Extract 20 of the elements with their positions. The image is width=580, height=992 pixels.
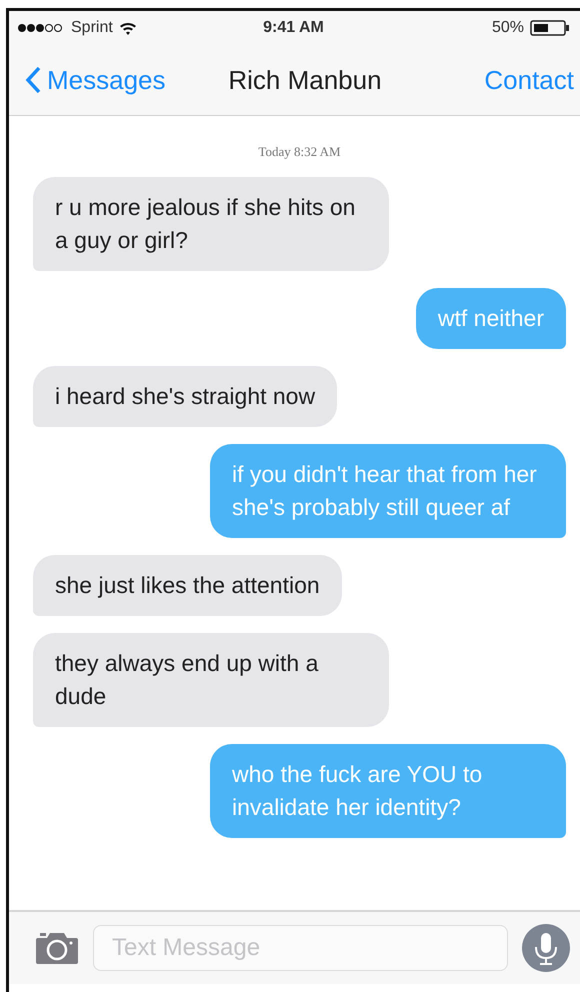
status-time: 9:41 AM xyxy=(263,19,324,37)
battery-percent: 50% xyxy=(492,19,524,37)
message-bubble: she just likes the attention xyxy=(33,555,342,616)
carrier-name: Sprint xyxy=(71,19,113,37)
contact-button[interactable]: Contact xyxy=(484,64,574,96)
message-bubble: they always end up with a dude xyxy=(33,633,389,727)
battery-icon xyxy=(530,20,570,36)
back-button[interactable]: Messages xyxy=(25,64,166,96)
wifi-icon xyxy=(118,21,137,35)
message-bubble: wtf neither xyxy=(416,288,566,349)
contact-name: Rich Manbun xyxy=(228,64,382,96)
message-bubble: who the fuck are YOU to invalidate her identity? xyxy=(210,744,566,838)
message-bubble: if you didn't hear that from her she's probably still queer af xyxy=(210,444,566,538)
chevron-icon xyxy=(25,66,41,94)
microphone-icon[interactable] xyxy=(522,924,570,972)
message-bubble: r u more jealous if she hits on a guy or girl? xyxy=(33,177,389,271)
message-bubble: i heard she's straight now xyxy=(33,366,338,427)
signal-icon xyxy=(17,23,65,33)
timestamp: Today 8:32 AM xyxy=(257,144,342,160)
camera-icon[interactable] xyxy=(35,931,79,965)
